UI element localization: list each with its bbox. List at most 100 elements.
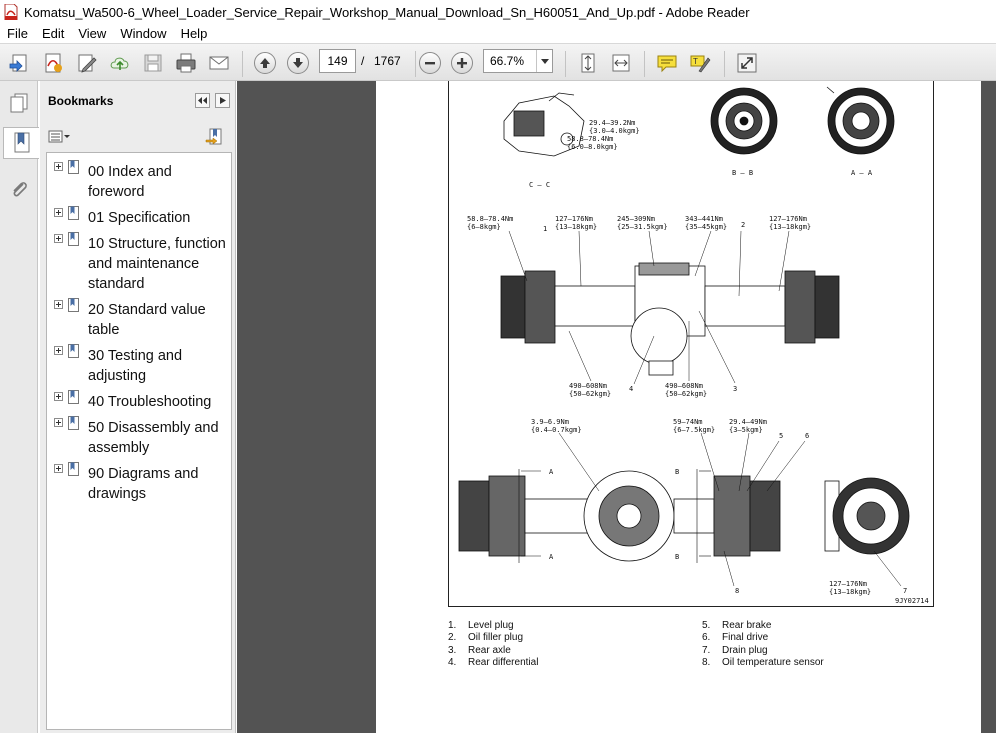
torque-label: {35–45kgm} [685, 223, 727, 231]
axle-drawing: C – C B – B A – A 29.4–39.2Nm {3.0–4.0kg… [458, 86, 929, 605]
expand-plus-icon[interactable] [54, 300, 63, 309]
torque-label: {25–31.5kgm} [617, 223, 668, 231]
expand-panel-button[interactable] [215, 93, 230, 108]
fit-page-icon[interactable] [577, 52, 599, 74]
email-icon[interactable] [208, 52, 230, 74]
section-mark: A [549, 553, 554, 561]
bookmark-label[interactable]: 01 Specification [88, 208, 230, 228]
previous-page-button[interactable] [254, 52, 276, 74]
expand-bookmark-button[interactable] [205, 128, 225, 146]
bookmark-label[interactable]: 90 Diagrams and drawings [88, 464, 230, 504]
section-mark: A [549, 468, 554, 476]
bookmark-label[interactable]: 20 Standard value table [88, 300, 230, 340]
bookmarks-title: Bookmarks [48, 94, 114, 108]
torque-label: 29.4–49Nm [729, 418, 767, 426]
bookmark-item[interactable]: 50 Disassembly and assembly [47, 414, 231, 458]
legend-text: Oil filler plug [468, 632, 524, 643]
torque-label: 3.9–6.9Nm [531, 418, 569, 426]
bookmarks-tree: 00 Index and foreword 01 Specification 1… [46, 152, 232, 730]
menu-edit[interactable]: Edit [35, 26, 71, 41]
bookmark-icon [68, 232, 79, 246]
expand-plus-icon[interactable] [54, 418, 63, 427]
legend-text: Final drive [722, 632, 769, 643]
chevron-down-icon[interactable] [536, 50, 552, 72]
print-icon[interactable] [175, 52, 197, 74]
bookmark-item[interactable]: 30 Testing and adjusting [47, 342, 231, 386]
bookmark-item[interactable]: 10 Structure, function and maintenance s… [47, 230, 231, 294]
menu-file[interactable]: File [0, 26, 35, 41]
torque-label: 127–176Nm [829, 580, 867, 588]
bookmark-icon [68, 344, 79, 358]
save-icon[interactable] [142, 52, 164, 74]
view-label: A – A [851, 169, 873, 177]
fit-width-icon[interactable] [610, 52, 632, 74]
expand-plus-icon[interactable] [54, 208, 63, 217]
zoom-select[interactable]: 66.7% [483, 49, 553, 73]
edit-document-icon[interactable] [76, 52, 98, 74]
expand-plus-icon[interactable] [54, 464, 63, 473]
bookmark-icon [68, 462, 79, 476]
expand-plus-icon[interactable] [54, 234, 63, 243]
page-thumbnails-icon[interactable] [3, 87, 35, 119]
highlight-text-icon[interactable]: T [689, 52, 711, 74]
zoom-in-button[interactable] [451, 52, 473, 74]
next-page-button[interactable] [287, 52, 309, 74]
torque-label: 490–608Nm [569, 382, 607, 390]
zoom-out-button[interactable] [419, 52, 441, 74]
pdf-page: C – C B – B A – A 29.4–39.2Nm {3.0–4.0kg… [376, 81, 981, 733]
bookmark-label[interactable]: 50 Disassembly and assembly [88, 418, 230, 458]
bookmark-label[interactable]: 40 Troubleshooting [88, 392, 230, 412]
callout-number: 6 [805, 432, 809, 440]
window-title: Komatsu_Wa500-6_Wheel_Loader_Service_Rep… [24, 4, 750, 20]
bookmark-item[interactable]: 90 Diagrams and drawings [47, 460, 231, 504]
legend-left: 1. Level plug 2. Oil filler plug 3. Rear… [448, 620, 698, 672]
toolbar-separator [644, 51, 645, 77]
section-bb-drawing [710, 87, 778, 155]
torque-label: 245–309Nm [617, 215, 655, 223]
toolbar-separator [565, 51, 566, 77]
document-view[interactable]: C – C B – B A – A 29.4–39.2Nm {3.0–4.0kg… [237, 81, 996, 733]
bookmark-options-button[interactable] [48, 129, 70, 145]
bookmark-label[interactable]: 00 Index and foreword [88, 162, 230, 202]
menu-window[interactable]: Window [113, 26, 173, 41]
bookmark-item[interactable]: 40 Troubleshooting [47, 388, 231, 412]
arrow-up-icon [260, 58, 270, 68]
legend-text: Level plug [468, 620, 514, 631]
legend-text: Oil temperature sensor [722, 657, 824, 668]
toolbar-separator [242, 51, 243, 77]
bookmark-item[interactable]: 20 Standard value table [47, 296, 231, 340]
legend-number: 2. [448, 632, 457, 643]
bookmark-item[interactable]: 01 Specification [47, 204, 231, 228]
bookmark-label[interactable]: 10 Structure, function and maintenance s… [88, 234, 230, 294]
toolbar-separator [724, 51, 725, 77]
comment-icon[interactable] [656, 52, 678, 74]
torque-label: 59–74Nm [673, 418, 703, 426]
menu-help[interactable]: Help [174, 26, 215, 41]
full-screen-icon[interactable] [736, 52, 758, 74]
menu-view[interactable]: View [71, 26, 113, 41]
page-number-input[interactable] [319, 49, 356, 73]
svg-text:T: T [693, 57, 698, 66]
torque-label: 29.4–39.2Nm [589, 119, 635, 127]
torque-label: 490–608Nm [665, 382, 703, 390]
callout-number: 3 [733, 385, 737, 393]
collapse-panel-button[interactable] [195, 93, 210, 108]
bookmark-icon [68, 390, 79, 404]
view-label: C – C [529, 181, 550, 189]
attachments-icon[interactable] [3, 173, 35, 205]
bookmarks-toolbar [40, 123, 236, 151]
open-file-icon[interactable] [8, 52, 30, 74]
chevron-right-icon [219, 97, 226, 104]
upload-cloud-icon[interactable] [109, 52, 131, 74]
create-pdf-icon[interactable] [42, 52, 64, 74]
bookmark-icon [68, 298, 79, 312]
expand-plus-icon[interactable] [54, 392, 63, 401]
expand-plus-icon[interactable] [54, 162, 63, 171]
bookmarks-tab-icon[interactable] [3, 127, 39, 159]
callout-number: 5 [779, 432, 783, 440]
expand-plus-icon[interactable] [54, 346, 63, 355]
rear-axle-top-view [458, 470, 910, 562]
zoom-value: 66.7% [490, 54, 525, 68]
bookmark-item[interactable]: 00 Index and foreword [47, 158, 231, 202]
bookmark-label[interactable]: 30 Testing and adjusting [88, 346, 230, 386]
